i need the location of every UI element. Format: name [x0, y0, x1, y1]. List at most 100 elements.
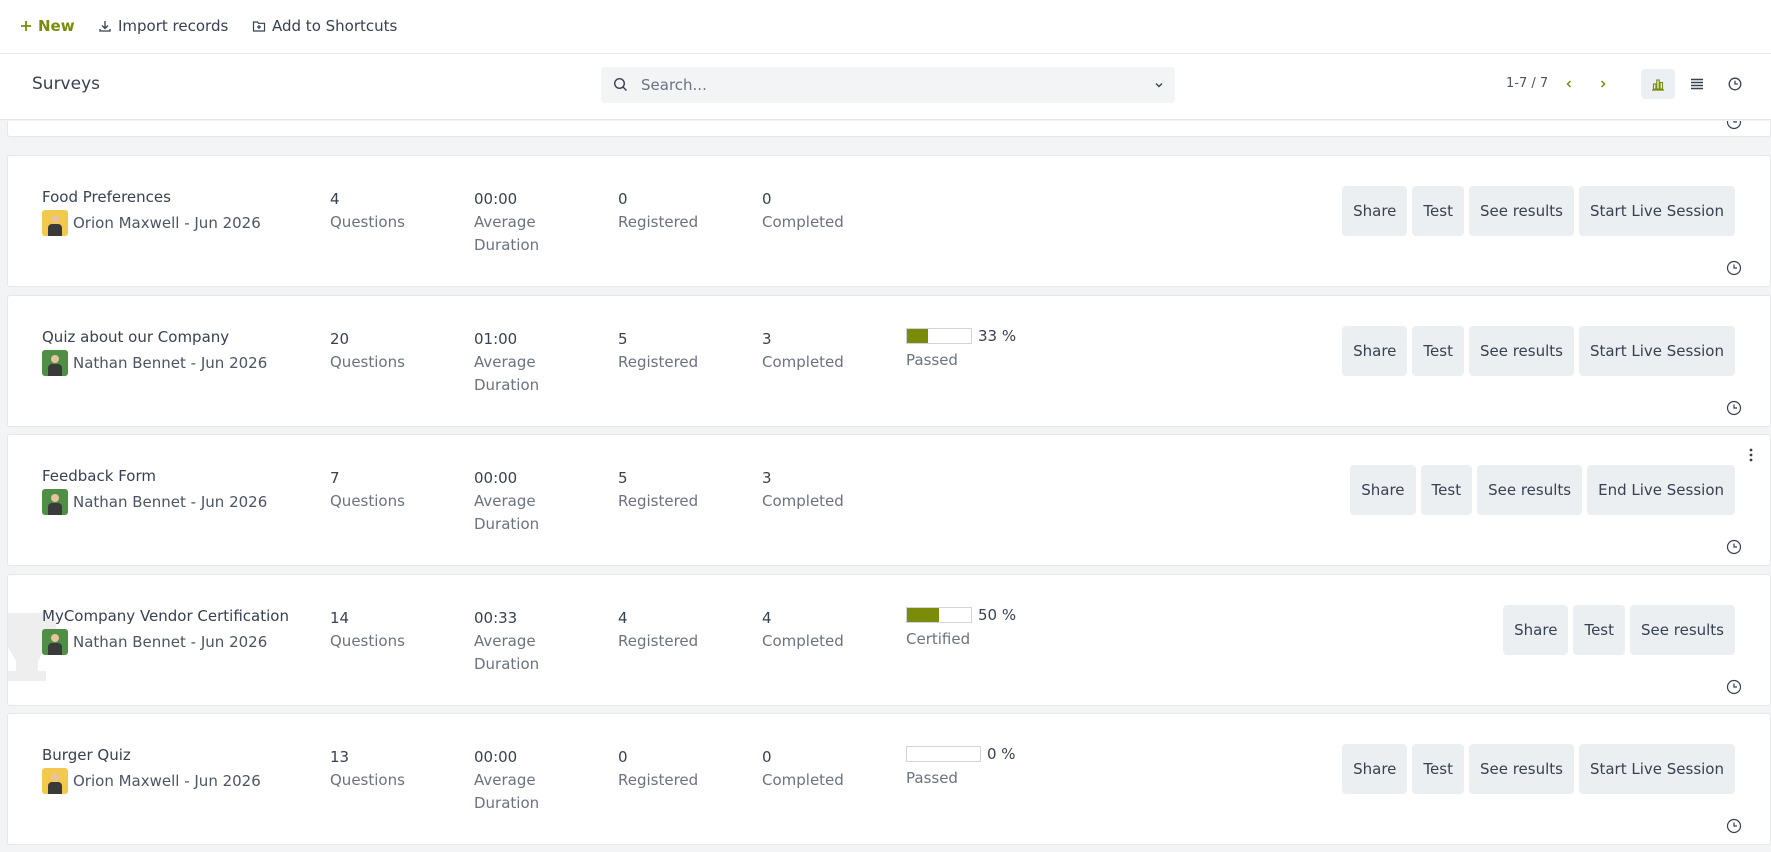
avatar [42, 768, 68, 794]
duration-label-line-2: Duration [474, 515, 540, 533]
top-toolbar: New Import records Add to Shortcuts [0, 0, 1771, 54]
avatar [42, 210, 68, 236]
survey-card[interactable]: Food Preferences Orion Maxwell - Jun 202… [7, 155, 1771, 287]
pager-value[interactable]: 1-7 / 7 [1506, 76, 1548, 91]
activity-clock-icon[interactable] [1726, 260, 1742, 276]
chevron-left-icon [1566, 80, 1572, 88]
share-button[interactable]: Share [1342, 326, 1408, 376]
add-to-shortcuts-label: Add to Shortcuts [272, 17, 398, 35]
registered-value: 0 [618, 748, 628, 766]
search-input[interactable] [641, 67, 1131, 103]
survey-owner-text: Orion Maxwell - Jun 2026 [73, 772, 261, 790]
survey-card[interactable]: Quiz about our Company Nathan Bennet - J… [7, 295, 1771, 427]
activity-clock-icon[interactable] [1726, 539, 1742, 555]
questions-value: 13 [330, 748, 350, 766]
page-title: Surveys [32, 74, 100, 94]
share-button[interactable]: Share [1342, 186, 1408, 236]
registered-value: 0 [618, 190, 628, 208]
success-rate: 33 % [906, 327, 1016, 345]
success-rate-fill [907, 608, 939, 622]
kebab-menu-icon[interactable] [1744, 447, 1758, 463]
questions-stat: 20 Questions [330, 328, 405, 374]
see-results-button[interactable]: See results [1468, 326, 1574, 376]
duration-label-line-2: Duration [474, 236, 540, 254]
completed-stat: 3 Completed [762, 328, 844, 374]
import-records-label: Import records [118, 17, 229, 35]
share-button[interactable]: Share [1350, 465, 1416, 515]
survey-owner-text: Nathan Bennet - Jun 2026 [73, 633, 268, 651]
duration-stat: 00:00 Average Duration [474, 188, 539, 257]
plus-icon [21, 21, 31, 31]
see-results-button[interactable]: See results [1477, 465, 1583, 515]
duration-label-line-1: Average [474, 353, 536, 371]
completed-label: Completed [762, 771, 844, 789]
test-button[interactable]: Test [1412, 744, 1464, 794]
survey-owner-text: Orion Maxwell - Jun 2026 [73, 214, 261, 232]
completed-label: Completed [762, 213, 844, 231]
pager-previous-button[interactable] [1559, 74, 1579, 94]
chevron-right-icon [1600, 80, 1606, 88]
view-list-button[interactable] [1680, 69, 1714, 99]
avatar [42, 350, 68, 376]
see-results-button[interactable]: See results [1630, 605, 1735, 655]
view-graph-button[interactable] [1641, 69, 1675, 99]
success-rate-value: 50 % [978, 606, 1017, 624]
end-live-session-button[interactable]: End Live Session [1587, 465, 1735, 515]
survey-name: Burger Quiz [42, 746, 131, 764]
registered-value: 5 [618, 330, 628, 348]
success-rate-fill [907, 329, 929, 343]
control-bar: Surveys 1-7 / 7 [0, 54, 1771, 120]
completed-stat: 4 Completed [762, 607, 844, 653]
completed-value: 4 [762, 609, 772, 627]
import-records-button[interactable]: Import records [98, 14, 228, 38]
survey-card[interactable]: Feedback Form Nathan Bennet - Jun 2026 7… [7, 434, 1771, 566]
view-activity-button[interactable] [1718, 69, 1752, 99]
activity-clock-icon[interactable] [1726, 818, 1742, 834]
success-rate-label: Certified [906, 630, 971, 648]
survey-actions: Share Test See results End Live Session [1350, 465, 1735, 515]
success-rate-value: 33 % [978, 327, 1017, 345]
questions-value: 20 [330, 330, 350, 348]
questions-label: Questions [330, 771, 405, 789]
see-results-button[interactable]: See results [1468, 744, 1574, 794]
duration-value: 00:00 [474, 190, 518, 208]
start-live-session-button[interactable]: Start Live Session [1578, 744, 1735, 794]
avatar [42, 489, 68, 515]
success-rate-value: 0 % [987, 745, 1016, 763]
duration-label-line-1: Average [474, 492, 536, 510]
activity-clock-icon[interactable] [1726, 400, 1742, 416]
survey-list: Food Preferences Orion Maxwell - Jun 202… [0, 121, 1771, 852]
success-rate-bar [906, 328, 972, 344]
duration-value: 00:33 [474, 609, 518, 627]
activity-clock-icon[interactable] [1726, 121, 1742, 130]
share-button[interactable]: Share [1503, 605, 1569, 655]
test-button[interactable]: Test [1412, 186, 1464, 236]
survey-owner: Orion Maxwell - Jun 2026 [42, 210, 261, 236]
success-rate-bar [906, 607, 972, 623]
survey-card-partial[interactable] [7, 121, 1771, 137]
questions-stat: 7 Questions [330, 467, 405, 513]
registered-stat: 5 Registered [618, 328, 698, 374]
chevron-down-icon[interactable] [1153, 79, 1165, 91]
test-button[interactable]: Test [1412, 326, 1464, 376]
questions-value: 4 [330, 190, 340, 208]
test-button[interactable]: Test [1420, 465, 1473, 515]
pager-next-button[interactable] [1593, 74, 1613, 94]
add-to-shortcuts-button[interactable]: Add to Shortcuts [252, 14, 397, 38]
see-results-button[interactable]: See results [1468, 186, 1574, 236]
activity-clock-icon[interactable] [1726, 679, 1742, 695]
new-button[interactable]: New [20, 14, 75, 38]
survey-actions: Share Test See results Start Live Sessio… [1342, 326, 1735, 376]
start-live-session-button[interactable]: Start Live Session [1578, 186, 1735, 236]
survey-card[interactable]: MyCompany Vendor Certification Nathan Be… [7, 574, 1771, 706]
questions-label: Questions [330, 632, 405, 650]
completed-stat: 0 Completed [762, 746, 844, 792]
survey-owner: Nathan Bennet - Jun 2026 [42, 489, 267, 515]
questions-value: 14 [330, 609, 350, 627]
share-button[interactable]: Share [1342, 744, 1408, 794]
test-button[interactable]: Test [1573, 605, 1625, 655]
start-live-session-button[interactable]: Start Live Session [1578, 326, 1735, 376]
questions-label: Questions [330, 353, 405, 371]
download-icon [99, 21, 111, 32]
survey-card[interactable]: Burger Quiz Orion Maxwell - Jun 2026 13 … [7, 713, 1771, 845]
